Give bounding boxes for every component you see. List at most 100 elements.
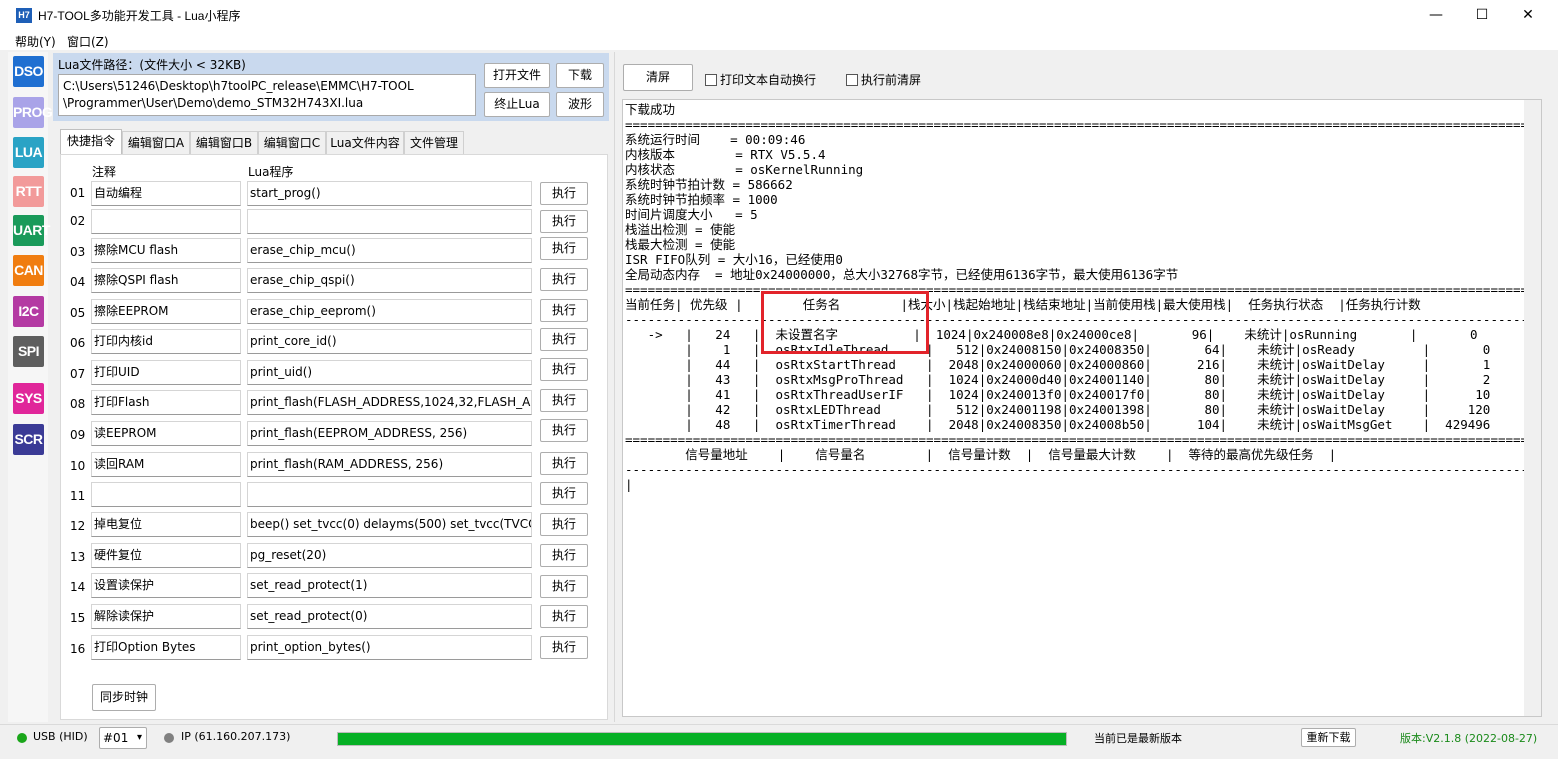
lua-code-field[interactable]: erase_chip_eeprom() xyxy=(247,299,532,324)
sidebar-lua-button[interactable]: LUA xyxy=(13,137,44,168)
sidebar-can-button[interactable]: CAN xyxy=(13,255,44,286)
comment-field[interactable]: 擦除QSPI flash xyxy=(91,268,241,293)
comment-field[interactable]: 打印内核id xyxy=(91,329,241,354)
execute-button[interactable]: 执行 xyxy=(540,605,588,628)
lua-code-field[interactable]: set_read_protect(1) xyxy=(247,573,532,598)
lua-code-field[interactable]: erase_chip_mcu() xyxy=(247,238,532,263)
tab-editor-b[interactable]: 编辑窗口B xyxy=(190,131,258,154)
comment-field[interactable]: 打印Option Bytes xyxy=(91,635,241,660)
execute-button[interactable]: 执行 xyxy=(540,358,588,381)
console-line: | 48 | osRtxTimerThread | 2048|0x2400835… xyxy=(625,417,1491,432)
comment-field[interactable]: 打印UID xyxy=(91,360,241,385)
comment-field[interactable]: 设置读保护 xyxy=(91,573,241,598)
app-icon: H7 xyxy=(16,8,32,23)
console-line: | 44 | osRtxStartThread | 2048|0x2400006… xyxy=(625,357,1491,372)
comment-field[interactable]: 自动编程 xyxy=(91,181,241,206)
tab-lua-content[interactable]: Lua文件内容 xyxy=(326,131,404,154)
lua-code-field[interactable]: print_option_bytes() xyxy=(247,635,532,660)
sidebar-prog-button[interactable]: PROG xyxy=(13,97,53,128)
comment-field[interactable]: 打印Flash xyxy=(91,390,241,415)
clear-screen-button[interactable]: 清屏 xyxy=(623,64,693,91)
row-number: 11 xyxy=(70,489,86,503)
maximize-icon[interactable]: ☐ xyxy=(1459,0,1505,30)
lua-code-field[interactable]: print_core_id() xyxy=(247,329,532,354)
checkbox-box[interactable] xyxy=(846,74,858,86)
auto-wrap-checkbox[interactable]: 打印文本自动换行 xyxy=(705,71,816,88)
sidebar-rtt-button[interactable]: RTT xyxy=(13,176,44,207)
close-icon[interactable]: ✕ xyxy=(1505,0,1551,30)
sidebar-i2c-button[interactable]: I2C xyxy=(13,296,44,327)
comment-field[interactable]: 读回RAM xyxy=(91,452,241,477)
menu-help[interactable]: 帮助(Y) xyxy=(15,33,56,50)
lua-code-field[interactable]: print_flash(RAM_ADDRESS, 256) xyxy=(247,452,532,477)
program-column-header: Lua程序 xyxy=(248,165,294,179)
execute-button[interactable]: 执行 xyxy=(540,513,588,536)
execute-button[interactable]: 执行 xyxy=(540,182,588,205)
execute-button[interactable]: 执行 xyxy=(540,452,588,475)
lua-file-path-field[interactable]: C:\Users\51246\Desktop\h7toolPC_release\… xyxy=(58,74,476,116)
tab-quick-commands[interactable]: 快捷指令 xyxy=(60,129,122,154)
stop-lua-button[interactable]: 终止Lua xyxy=(484,92,550,117)
execute-button[interactable]: 执行 xyxy=(540,575,588,598)
sidebar-scr-button[interactable]: SCR xyxy=(13,424,44,455)
download-button[interactable]: 下载 xyxy=(556,63,604,88)
comment-field[interactable] xyxy=(91,482,241,507)
waveform-button[interactable]: 波形 xyxy=(556,92,604,117)
lua-code-field[interactable]: beep() set_tvcc(0) delayms(500) set_tvcc… xyxy=(247,512,532,537)
execute-button[interactable]: 执行 xyxy=(540,237,588,260)
sync-clock-button[interactable]: 同步时钟 xyxy=(92,684,156,711)
tab-editor-a[interactable]: 编辑窗口A xyxy=(122,131,190,154)
lua-file-label: Lua文件路径：(文件大小 < 32KB) xyxy=(58,58,246,72)
sidebar-spi-button[interactable]: SPI xyxy=(13,336,44,367)
execute-button[interactable]: 执行 xyxy=(540,328,588,351)
redownload-button[interactable]: 重新下载 xyxy=(1301,728,1356,747)
comment-field[interactable]: 掉电复位 xyxy=(91,512,241,537)
execute-button[interactable]: 执行 xyxy=(540,636,588,659)
comment-field[interactable] xyxy=(91,209,241,234)
comment-field[interactable]: 擦除EEPROM xyxy=(91,299,241,324)
lua-code-field[interactable]: set_read_protect(0) xyxy=(247,604,532,629)
comment-field[interactable]: 硬件复位 xyxy=(91,543,241,568)
execute-button[interactable]: 执行 xyxy=(540,268,588,291)
minimize-icon[interactable]: — xyxy=(1413,0,1459,30)
execute-button[interactable]: 执行 xyxy=(540,544,588,567)
row-number: 06 xyxy=(70,336,86,350)
console-output[interactable]: 下载成功 ===================================… xyxy=(622,99,1542,717)
execute-button[interactable]: 执行 xyxy=(540,419,588,442)
lua-code-field[interactable] xyxy=(247,209,532,234)
usb-status: USB (HID) xyxy=(33,730,88,743)
console-cursor: | xyxy=(625,477,633,492)
sidebar-sys-button[interactable]: SYS xyxy=(13,383,44,414)
execute-button[interactable]: 执行 xyxy=(540,389,588,412)
console-line: 信号量地址 | 信号量名 | 信号量计数 | 信号量最大计数 | 等待的最高优先… xyxy=(625,447,1337,462)
console-line: | 42 | osRtxLEDThread | 512|0x24001198|0… xyxy=(625,402,1491,417)
lua-code-field[interactable]: start_prog() xyxy=(247,181,532,206)
execute-button[interactable]: 执行 xyxy=(540,210,588,233)
lua-code-field[interactable]: print_uid() xyxy=(247,360,532,385)
clear-before-exec-checkbox[interactable]: 执行前清屏 xyxy=(846,71,921,88)
comment-field[interactable]: 擦除MCU flash xyxy=(91,238,241,263)
comment-field[interactable]: 解除读保护 xyxy=(91,604,241,629)
tab-file-manager[interactable]: 文件管理 xyxy=(404,131,464,154)
sidebar-dso-button[interactable]: DSO xyxy=(13,56,44,87)
tab-editor-c[interactable]: 编辑窗口C xyxy=(258,131,326,154)
lua-code-field[interactable]: erase_chip_qspi() xyxy=(247,268,532,293)
device-select[interactable]: #01 ▾ xyxy=(99,727,147,749)
row-number: 12 xyxy=(70,519,86,533)
sidebar-uart-button[interactable]: UART xyxy=(13,215,50,246)
lua-code-field[interactable]: pg_reset(20) xyxy=(247,543,532,568)
row-number: 05 xyxy=(70,306,86,320)
menu-bar: 帮助(Y) 窗口(Z) xyxy=(0,30,1558,50)
execute-button[interactable]: 执行 xyxy=(540,482,588,505)
row-number: 15 xyxy=(70,611,86,625)
console-line: ISR FIFO队列 = 大小16，已经使用0 xyxy=(625,252,843,267)
checkbox-box[interactable] xyxy=(705,74,717,86)
lua-code-field[interactable] xyxy=(247,482,532,507)
menu-window[interactable]: 窗口(Z) xyxy=(67,33,109,50)
console-scrollbar[interactable] xyxy=(1524,100,1541,716)
lua-code-field[interactable]: print_flash(EEPROM_ADDRESS, 256) xyxy=(247,421,532,446)
execute-button[interactable]: 执行 xyxy=(540,299,588,322)
open-file-button[interactable]: 打开文件 xyxy=(484,63,550,88)
lua-code-field[interactable]: print_flash(FLASH_ADDRESS,1024,32,FLASH_… xyxy=(247,390,532,415)
comment-field[interactable]: 读EEPROM xyxy=(91,421,241,446)
